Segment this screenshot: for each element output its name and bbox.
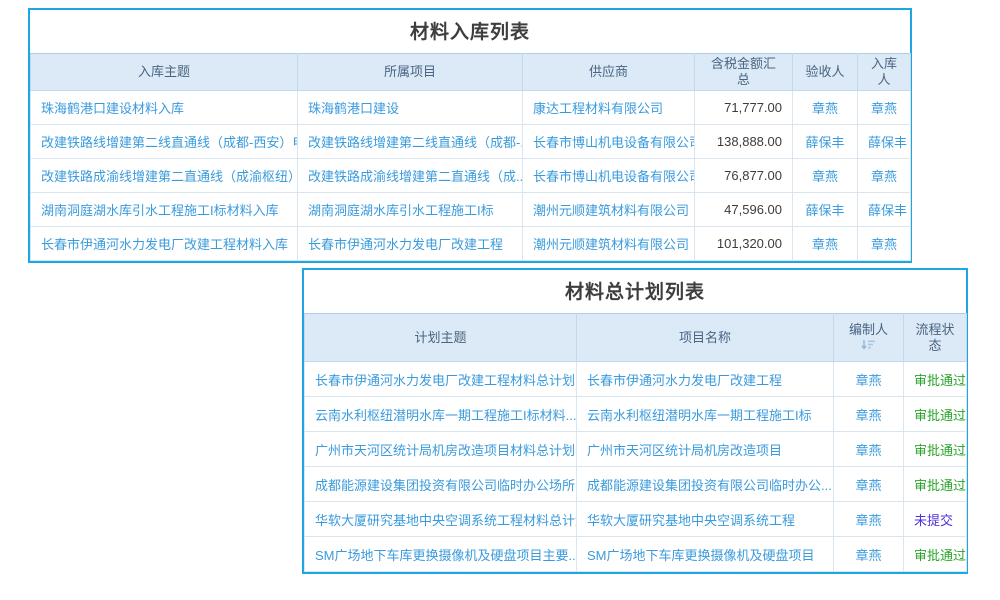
table-row: 湖南洞庭湖水库引水工程施工I标材料入库湖南洞庭湖水库引水工程施工I标潮州元顺建筑… [31,193,911,227]
stocker-name[interactable]: 章燕 [858,227,911,261]
inbound-table-header: 入库主题所属项目供应商含税金额汇总验收人入库人 [31,54,911,91]
supplier-link[interactable]: 长春市博山机电设备有限公司 [523,125,695,159]
tax-amount-value: 76,877.00 [695,159,793,193]
stocker-name[interactable]: 章燕 [858,91,911,125]
plan-subject-link[interactable]: SM广场地下车库更换摄像机及硬盘项目主要... [305,537,577,572]
plan-subject-link[interactable]: 云南水利枢纽潜明水库一期工程施工I标材料... [305,397,577,432]
project-link[interactable]: 珠海鹤港口建设 [298,91,523,125]
table-row: 改建铁路线增建第二线直通线（成都-西安）电...改建铁路线增建第二线直通线（成都… [31,125,911,159]
col-stocker: 入库人 [858,54,911,91]
col-plan-subject: 计划主题 [305,314,577,362]
table-row: 长春市伊通河水力发电厂改建工程材料入库长春市伊通河水力发电厂改建工程潮州元顺建筑… [31,227,911,261]
material-plan-list-panel: 材料总计划列表 计划主题项目名称编制人流程状态 长春市伊通河水力发电厂改建工程材… [302,268,968,574]
project-name-link[interactable]: 成都能源建设集团投资有限公司临时办公... [577,467,834,502]
flow-status-label: 未提交 [904,502,967,537]
table-row: 广州市天河区统计局机房改造项目材料总计划广州市天河区统计局机房改造项目章燕审批通… [305,432,967,467]
acceptor-name[interactable]: 章燕 [793,159,858,193]
tax-amount-value: 47,596.00 [695,193,793,227]
flow-status-label: 审批通过 [904,362,967,397]
col-author[interactable]: 编制人 [834,314,904,362]
plan-table-body: 长春市伊通河水力发电厂改建工程材料总计划长春市伊通河水力发电厂改建工程章燕审批通… [305,362,967,572]
plan-subject-link[interactable]: 成都能源建设集团投资有限公司临时办公场所... [305,467,577,502]
plan-table-header: 计划主题项目名称编制人流程状态 [305,314,967,362]
page: 材料入库列表 入库主题所属项目供应商含税金额汇总验收人入库人 珠海鹤港口建设材料… [0,0,1000,600]
flow-status-label: 审批通过 [904,537,967,572]
project-link[interactable]: 改建铁路线增建第二线直通线（成都-... [298,125,523,159]
project-link[interactable]: 长春市伊通河水力发电厂改建工程 [298,227,523,261]
stocker-name[interactable]: 薛保丰 [858,193,911,227]
tax-amount-value: 71,777.00 [695,91,793,125]
col-flow-status: 流程状态 [904,314,967,362]
acceptor-name[interactable]: 章燕 [793,91,858,125]
project-name-link[interactable]: SM广场地下车库更换摄像机及硬盘项目 [577,537,834,572]
flow-status-label: 审批通过 [904,432,967,467]
supplier-link[interactable]: 潮州元顺建筑材料有限公司 [523,227,695,261]
stocker-name[interactable]: 薛保丰 [858,125,911,159]
plan-subject-link[interactable]: 华软大厦研究基地中央空调系统工程材料总计划 [305,502,577,537]
author-name[interactable]: 章燕 [834,502,904,537]
plan-subject-link[interactable]: 长春市伊通河水力发电厂改建工程材料总计划 [305,362,577,397]
material-plan-table: 计划主题项目名称编制人流程状态 长春市伊通河水力发电厂改建工程材料总计划长春市伊… [304,313,967,572]
table-row: 成都能源建设集团投资有限公司临时办公场所...成都能源建设集团投资有限公司临时办… [305,467,967,502]
supplier-link[interactable]: 潮州元顺建筑材料有限公司 [523,193,695,227]
plan-subject-link[interactable]: 广州市天河区统计局机房改造项目材料总计划 [305,432,577,467]
author-name[interactable]: 章燕 [834,467,904,502]
inbound-table-body: 珠海鹤港口建设材料入库珠海鹤港口建设康达工程材料有限公司71,777.00章燕章… [31,91,911,261]
project-name-link[interactable]: 广州市天河区统计局机房改造项目 [577,432,834,467]
supplier-link[interactable]: 康达工程材料有限公司 [523,91,695,125]
inbound-subject-link[interactable]: 改建铁路成渝线增建第二直通线（成渝枢纽）... [31,159,298,193]
material-inbound-table: 入库主题所属项目供应商含税金额汇总验收人入库人 珠海鹤港口建设材料入库珠海鹤港口… [30,53,911,261]
column-header-label: 编制人 [842,322,895,353]
acceptor-name[interactable]: 薛保丰 [793,125,858,159]
author-name[interactable]: 章燕 [834,362,904,397]
author-name[interactable]: 章燕 [834,397,904,432]
col-project: 所属项目 [298,54,523,91]
col-tax-amount-total: 含税金额汇总 [695,54,793,91]
inbound-subject-link[interactable]: 湖南洞庭湖水库引水工程施工I标材料入库 [31,193,298,227]
col-project-name: 项目名称 [577,314,834,362]
table-row: 长春市伊通河水力发电厂改建工程材料总计划长春市伊通河水力发电厂改建工程章燕审批通… [305,362,967,397]
project-link[interactable]: 湖南洞庭湖水库引水工程施工I标 [298,193,523,227]
sort-descending-icon[interactable] [861,338,876,353]
inbound-subject-link[interactable]: 长春市伊通河水力发电厂改建工程材料入库 [31,227,298,261]
panel-title-plan: 材料总计划列表 [304,270,966,313]
author-name[interactable]: 章燕 [834,537,904,572]
supplier-link[interactable]: 长春市博山机电设备有限公司 [523,159,695,193]
inbound-subject-link[interactable]: 改建铁路线增建第二线直通线（成都-西安）电... [31,125,298,159]
acceptor-name[interactable]: 薛保丰 [793,193,858,227]
project-link[interactable]: 改建铁路成渝线增建第二直通线（成... [298,159,523,193]
table-row: 云南水利枢纽潜明水库一期工程施工I标材料...云南水利枢纽潜明水库一期工程施工I… [305,397,967,432]
table-row: 珠海鹤港口建设材料入库珠海鹤港口建设康达工程材料有限公司71,777.00章燕章… [31,91,911,125]
col-acceptor: 验收人 [793,54,858,91]
col-inbound-subject: 入库主题 [31,54,298,91]
inbound-subject-link[interactable]: 珠海鹤港口建设材料入库 [31,91,298,125]
panel-title-inbound: 材料入库列表 [30,10,910,53]
flow-status-label: 审批通过 [904,467,967,502]
material-inbound-list-panel: 材料入库列表 入库主题所属项目供应商含税金额汇总验收人入库人 珠海鹤港口建设材料… [28,8,912,263]
tax-amount-value: 101,320.00 [695,227,793,261]
flow-status-label: 审批通过 [904,397,967,432]
stocker-name[interactable]: 章燕 [858,159,911,193]
table-row: 华软大厦研究基地中央空调系统工程材料总计划华软大厦研究基地中央空调系统工程章燕未… [305,502,967,537]
project-name-link[interactable]: 云南水利枢纽潜明水库一期工程施工I标 [577,397,834,432]
project-name-link[interactable]: 华软大厦研究基地中央空调系统工程 [577,502,834,537]
tax-amount-value: 138,888.00 [695,125,793,159]
table-row: SM广场地下车库更换摄像机及硬盘项目主要...SM广场地下车库更换摄像机及硬盘项… [305,537,967,572]
acceptor-name[interactable]: 章燕 [793,227,858,261]
table-row: 改建铁路成渝线增建第二直通线（成渝枢纽）...改建铁路成渝线增建第二直通线（成.… [31,159,911,193]
project-name-link[interactable]: 长春市伊通河水力发电厂改建工程 [577,362,834,397]
col-supplier: 供应商 [523,54,695,91]
author-name[interactable]: 章燕 [834,432,904,467]
